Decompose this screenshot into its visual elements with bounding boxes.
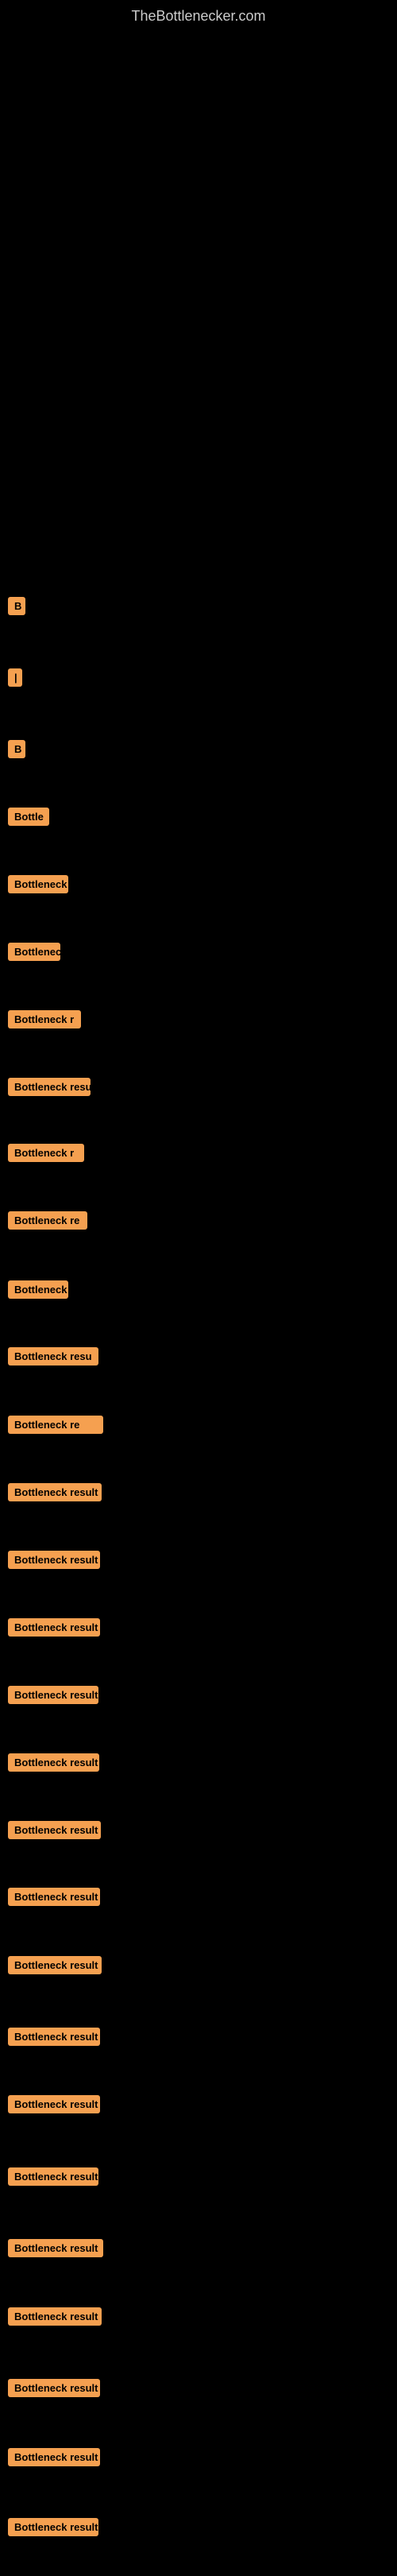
main-chart-area bbox=[0, 33, 397, 589]
bottleneck-result-label: Bottleneck re bbox=[8, 1211, 87, 1230]
bottleneck-result-label: Bottleneck resu bbox=[8, 1347, 98, 1365]
bottleneck-result-label: Bottleneck result bbox=[8, 2167, 98, 2186]
site-title-bar: TheBottlenecker.com bbox=[0, 0, 397, 33]
bottleneck-result-label: Bottleneck bbox=[8, 875, 68, 893]
bottleneck-result-label: Bottleneck result bbox=[8, 1551, 100, 1569]
bottleneck-result-label: Bottleneck re bbox=[8, 1416, 103, 1434]
bottleneck-result-label: Bottle bbox=[8, 808, 49, 826]
bottleneck-result-label: B bbox=[8, 740, 25, 758]
bottleneck-result-label: Bottleneck result bbox=[8, 2307, 102, 2326]
bottleneck-result-label: | bbox=[8, 668, 22, 687]
site-title: TheBottlenecker.com bbox=[0, 0, 397, 33]
bottleneck-result-label: Bottleneck result bbox=[8, 1956, 102, 1974]
bottleneck-result-label: Bottleneck result bbox=[8, 2095, 100, 2113]
bottleneck-result-label: Bottlenec bbox=[8, 943, 60, 961]
results-container: B | B Bottle Bottleneck Bottlenec Bottleneck r… bbox=[0, 589, 397, 2576]
bottleneck-result-label: Bottleneck result bbox=[8, 1618, 100, 1637]
bottleneck-result-label: Bottleneck resu bbox=[8, 1078, 91, 1096]
bottleneck-result-label: Bottleneck result bbox=[8, 2379, 100, 2397]
bottleneck-result-label: Bottleneck result bbox=[8, 1483, 102, 1501]
bottleneck-result-label: Bottleneck result bbox=[8, 1686, 98, 1704]
bottleneck-result-label: Bottleneck result bbox=[8, 1753, 99, 1772]
bottleneck-result-label: Bottleneck result bbox=[8, 2239, 103, 2257]
bottleneck-result-label: Bottleneck bbox=[8, 1280, 68, 1299]
bottleneck-result-label: Bottleneck result bbox=[8, 1821, 101, 1839]
bottleneck-result-label: Bottleneck r bbox=[8, 1144, 84, 1162]
bottleneck-result-label: Bottleneck result bbox=[8, 2448, 100, 2466]
bottleneck-result-label: Bottleneck result bbox=[8, 2028, 100, 2046]
bottleneck-result-label: Bottleneck result bbox=[8, 2518, 98, 2536]
bottleneck-result-label: Bottleneck r bbox=[8, 1010, 81, 1028]
bottleneck-result-label: B bbox=[8, 597, 25, 615]
bottleneck-result-label: Bottleneck result bbox=[8, 1888, 100, 1906]
